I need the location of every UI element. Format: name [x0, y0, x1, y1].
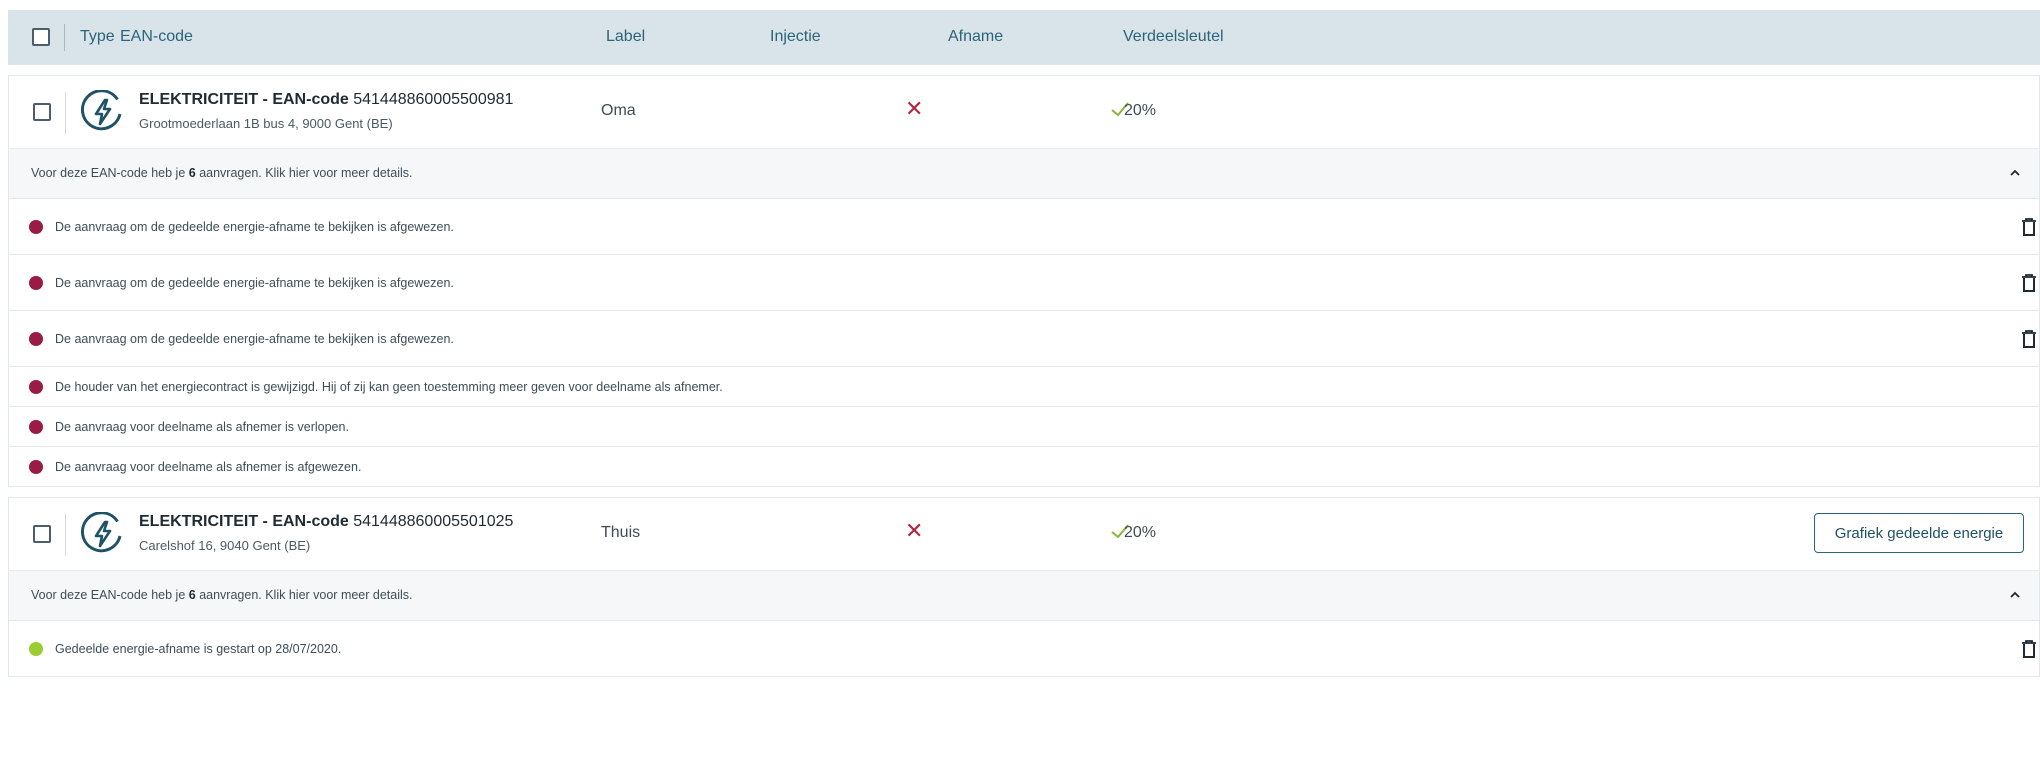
ean-code: 541448860005501025 — [353, 513, 514, 530]
ean-label: Thuis — [601, 524, 641, 541]
col-afname[interactable]: Afname — [948, 28, 1003, 46]
ean-label: Oma — [601, 102, 636, 119]
summary-suffix: aanvragen. Klik hier voor meer details. — [199, 588, 413, 602]
col-ean[interactable]: EAN-code — [120, 28, 193, 46]
ean-title: ELEKTRICITEIT - EAN-code 541448860005501… — [139, 513, 513, 531]
chevron-up-icon[interactable] — [2007, 165, 2023, 181]
table-header: Type EAN-code Label Injectie Afname Verd… — [8, 10, 2040, 65]
request-item: De aanvraag voor deelname als afnemer is… — [8, 447, 2040, 487]
request-text: De aanvraag om de gedeelde energie-afnam… — [55, 276, 454, 290]
lightning-bolt-icon — [81, 90, 122, 131]
summary-prefix: Voor deze EAN-code heb je — [31, 588, 186, 602]
request-text: De aanvraag om de gedeelde energie-afnam… — [55, 332, 454, 346]
request-item: De aanvraag voor deelname als afnemer is… — [8, 407, 2040, 447]
status-dot — [29, 220, 43, 234]
request-item: De aanvraag om de gedeelde energie-afnam… — [8, 199, 2040, 255]
request-count: 6 — [188, 588, 196, 602]
summary-suffix: aanvragen. Klik hier voor meer details. — [199, 166, 413, 180]
request-count: 6 — [188, 166, 196, 180]
shared-energy-graph-button[interactable]: Grafiek gedeelde energie — [1814, 513, 2024, 553]
ean-table: Type EAN-code Label Injectie Afname Verd… — [8, 10, 2040, 677]
request-item: De aanvraag om de gedeelde energie-afnam… — [8, 311, 2040, 367]
ean-code: 541448860005500981 — [353, 91, 514, 108]
cross-icon: ✕ — [905, 96, 924, 121]
summary-prefix: Voor deze EAN-code heb je — [31, 166, 186, 180]
ean-address: Grootmoederlaan 1B bus 4, 9000 Gent (BE) — [139, 116, 393, 131]
row-checkbox[interactable] — [33, 103, 51, 121]
divider — [64, 24, 65, 51]
trash-icon[interactable] — [2021, 329, 2037, 349]
col-injectie[interactable]: Injectie — [770, 28, 821, 46]
trash-icon[interactable] — [2021, 217, 2037, 237]
ean-type: ELEKTRICITEIT - EAN-code — [139, 513, 349, 530]
status-dot — [29, 380, 43, 394]
status-dot — [29, 332, 43, 346]
divider — [65, 92, 66, 134]
trash-icon[interactable] — [2021, 639, 2037, 659]
ean-row[interactable]: ELEKTRICITEIT - EAN-code 541448860005500… — [8, 75, 2040, 148]
status-dot — [29, 420, 43, 434]
select-all-checkbox[interactable] — [32, 28, 50, 46]
divider — [65, 514, 66, 556]
request-text: De aanvraag voor deelname als afnemer is… — [55, 420, 349, 434]
request-item: De houder van het energiecontract is gew… — [8, 367, 2040, 407]
ean-verdeelsleutel: 20% — [1124, 524, 1157, 541]
col-verdeelsleutel[interactable]: Verdeelsleutel — [1123, 28, 1224, 46]
ean-verdeelsleutel: 20% — [1124, 102, 1157, 119]
ean-row[interactable]: ELEKTRICITEIT - EAN-code 541448860005501… — [8, 497, 2040, 570]
request-text: Gedeelde energie-afname is gestart op 28… — [55, 642, 342, 656]
requests-summary[interactable]: Voor deze EAN-code heb je 6 aanvragen. K… — [8, 570, 2040, 621]
request-text: De aanvraag om de gedeelde energie-afnam… — [55, 220, 454, 234]
lightning-bolt-icon — [81, 512, 122, 553]
status-dot — [29, 276, 43, 290]
row-checkbox[interactable] — [33, 525, 51, 543]
request-item: Gedeelde energie-afname is gestart op 28… — [8, 621, 2040, 677]
ean-title: ELEKTRICITEIT - EAN-code 541448860005500… — [139, 91, 513, 109]
ean-address: Carelshof 16, 9040 Gent (BE) — [139, 538, 311, 553]
col-type[interactable]: Type — [80, 28, 115, 46]
request-text: De aanvraag voor deelname als afnemer is… — [55, 460, 362, 474]
cross-icon: ✕ — [905, 518, 924, 543]
trash-icon[interactable] — [2021, 273, 2037, 293]
ean-type: ELEKTRICITEIT - EAN-code — [139, 91, 349, 108]
request-text: De houder van het energiecontract is gew… — [55, 380, 723, 394]
status-dot — [29, 642, 43, 656]
col-label[interactable]: Label — [606, 28, 645, 46]
request-item: De aanvraag om de gedeelde energie-afnam… — [8, 255, 2040, 311]
status-dot — [29, 460, 43, 474]
chevron-up-icon[interactable] — [2007, 587, 2023, 603]
requests-summary[interactable]: Voor deze EAN-code heb je 6 aanvragen. K… — [8, 148, 2040, 199]
